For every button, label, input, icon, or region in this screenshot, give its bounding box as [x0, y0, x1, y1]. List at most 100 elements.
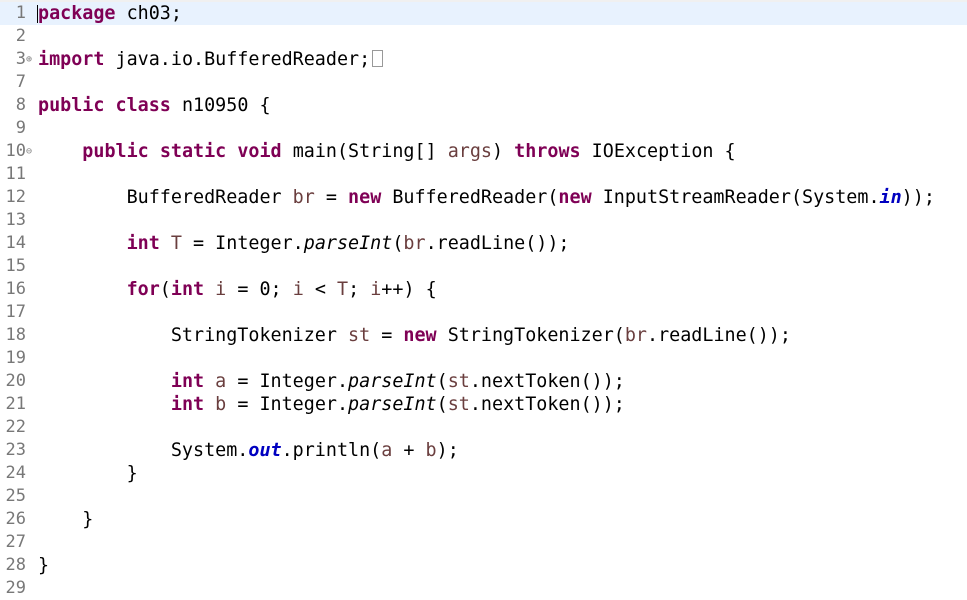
code-line[interactable]: 18 StringTokenizer st = new StringTokeni… — [0, 324, 967, 347]
code-line[interactable]: 1 package ch03; — [0, 2, 967, 25]
code-text: ( — [436, 394, 448, 415]
code-line[interactable]: 7 — [0, 71, 967, 94]
code-content: System.out.println(a + b); — [38, 439, 459, 462]
code-line[interactable]: 14 int T = Integer.parseInt(br.readLine(… — [0, 232, 967, 255]
keyword: void — [237, 141, 282, 162]
text-caret — [37, 5, 38, 23]
line-number: 17 — [5, 302, 26, 322]
code-text: } — [38, 463, 138, 484]
code-content: StringTokenizer st = new StringTokenizer… — [38, 324, 791, 347]
code-line[interactable]: 22 — [0, 416, 967, 439]
static-method: parseInt — [303, 233, 393, 254]
code-text: ( — [159, 279, 171, 300]
line-number: 24 — [5, 463, 26, 483]
keyword: new — [348, 187, 382, 208]
code-line[interactable]: 16 for(int i = 0; i < T; i++) { — [0, 278, 967, 301]
line-number: 10 — [5, 141, 26, 161]
code-line[interactable]: 12 BufferedReader br = new BufferedReade… — [0, 186, 967, 209]
line-number: 25 — [5, 486, 26, 506]
line-number: 26 — [5, 509, 26, 529]
variable: a — [381, 440, 393, 461]
code-line[interactable]: 19 — [0, 347, 967, 370]
code-text: } — [38, 555, 50, 576]
code-text: InputStreamReader(System. — [591, 187, 880, 208]
code-text: StringTokenizer( — [436, 325, 625, 346]
variable: i — [292, 279, 304, 300]
code-line[interactable]: 24 } — [0, 462, 967, 485]
code-text: = — [314, 187, 349, 208]
code-content: int b = Integer.parseInt(st.nextToken())… — [38, 393, 625, 416]
code-line[interactable]: 26 } — [0, 508, 967, 531]
code-line[interactable]: 9 — [0, 117, 967, 140]
variable: st — [447, 371, 470, 392]
code-content: int a = Integer.parseInt(st.nextToken())… — [38, 370, 625, 393]
static-field: out — [248, 440, 282, 461]
code-line[interactable]: 11 — [0, 163, 967, 186]
fold-expand-icon[interactable]: ⊕ — [26, 48, 32, 71]
code-line[interactable]: 28} — [0, 554, 967, 577]
code-content: } — [38, 462, 138, 485]
line-number: 11 — [5, 164, 26, 184]
keyword: int — [170, 279, 205, 300]
line-number: 18 — [5, 325, 26, 345]
code-content: } — [38, 554, 49, 577]
line-number: 2 — [15, 26, 26, 46]
code-text: main(String[] — [281, 141, 448, 162]
variable: a — [215, 371, 227, 392]
line-number: 7 — [15, 72, 26, 92]
line-number: 21 — [5, 394, 26, 414]
code-text: ch03; — [115, 3, 182, 24]
variable: T — [170, 233, 182, 254]
code-line[interactable]: 20 int a = Integer.parseInt(st.nextToken… — [0, 370, 967, 393]
code-text: )); — [901, 187, 935, 208]
code-text: BufferedReader — [38, 187, 293, 208]
code-line[interactable]: 17 — [0, 301, 967, 324]
code-text: ++) { — [381, 279, 437, 300]
folded-code-box-icon[interactable] — [372, 50, 384, 67]
static-method: parseInt — [348, 394, 437, 415]
code-text: = — [370, 325, 404, 346]
keyword: class — [115, 95, 171, 116]
line-number: 3 — [15, 49, 26, 69]
code-text: .println( — [281, 440, 382, 461]
code-text: = Integer. — [226, 394, 349, 415]
keyword: for — [126, 279, 160, 300]
fold-collapse-icon[interactable]: ⊖ — [26, 140, 32, 163]
variable: st — [447, 394, 470, 415]
keyword: int — [126, 233, 160, 254]
line-number: 19 — [5, 348, 26, 368]
code-text: System. — [38, 440, 249, 461]
keyword: public — [38, 95, 105, 116]
code-line[interactable]: 23 System.out.println(a + b); — [0, 439, 967, 462]
variable: br — [292, 187, 315, 208]
static-method: parseInt — [348, 371, 437, 392]
code-editor[interactable]: 1 package ch03; 2 3 ⊕ import java.io.Buffered… — [0, 2, 967, 600]
code-line[interactable]: 3 ⊕ import java.io.BufferedReader; — [0, 48, 967, 71]
code-line[interactable]: 8 public class n10950 { — [0, 94, 967, 117]
code-content: import java.io.BufferedReader; — [38, 48, 384, 71]
line-number: 20 — [5, 371, 26, 391]
code-line[interactable]: 25 — [0, 485, 967, 508]
code-line[interactable]: 15 — [0, 255, 967, 278]
code-line[interactable]: 13 — [0, 209, 967, 232]
variable: br — [624, 325, 648, 346]
code-text: ); — [436, 440, 459, 461]
code-line[interactable]: 10 ⊖ public static void main(String[] arg… — [0, 140, 967, 163]
code-line[interactable]: 21 int b = Integer.parseInt(st.nextToken… — [0, 393, 967, 416]
line-number: 1 — [15, 3, 26, 23]
variable: args — [447, 141, 493, 162]
code-content: BufferedReader br = new BufferedReader(n… — [38, 186, 935, 209]
line-number: 27 — [5, 532, 26, 552]
code-line[interactable]: 2 — [0, 25, 967, 48]
code-line[interactable]: 27 — [0, 531, 967, 554]
line-number: 12 — [5, 187, 26, 207]
code-text: .nextToken()); — [469, 371, 625, 392]
code-text: + — [392, 440, 426, 461]
